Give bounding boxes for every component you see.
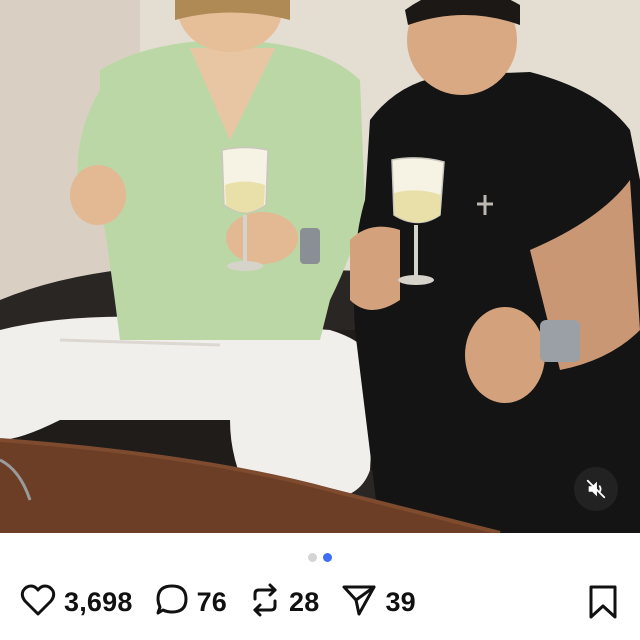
send-arrow-icon xyxy=(341,583,377,622)
comment-bubble-icon xyxy=(155,583,189,622)
post-actions-bar: 3,698 76 28 39 xyxy=(0,578,640,626)
heart-icon xyxy=(20,584,56,621)
carousel-dot[interactable] xyxy=(308,552,317,562)
repost-arrows-icon xyxy=(249,583,281,622)
repost-count: 28 xyxy=(289,586,320,617)
carousel-indicator xyxy=(0,550,640,564)
like-action[interactable]: 3,698 xyxy=(20,584,133,621)
share-action[interactable]: 39 xyxy=(341,583,416,622)
post-photo[interactable] xyxy=(0,0,640,533)
repost-action[interactable]: 28 xyxy=(249,583,319,622)
share-count: 39 xyxy=(385,586,416,617)
bookmark-button[interactable] xyxy=(588,584,618,625)
comment-count: 76 xyxy=(196,586,228,617)
muted-speaker-icon xyxy=(585,478,607,500)
bookmark-icon xyxy=(588,585,618,624)
like-count: 3,698 xyxy=(64,586,133,617)
comment-action[interactable]: 76 xyxy=(155,583,227,622)
carousel-dot-active[interactable] xyxy=(323,552,332,562)
mute-toggle-button[interactable] xyxy=(574,467,618,511)
photo-illustration xyxy=(0,0,640,533)
